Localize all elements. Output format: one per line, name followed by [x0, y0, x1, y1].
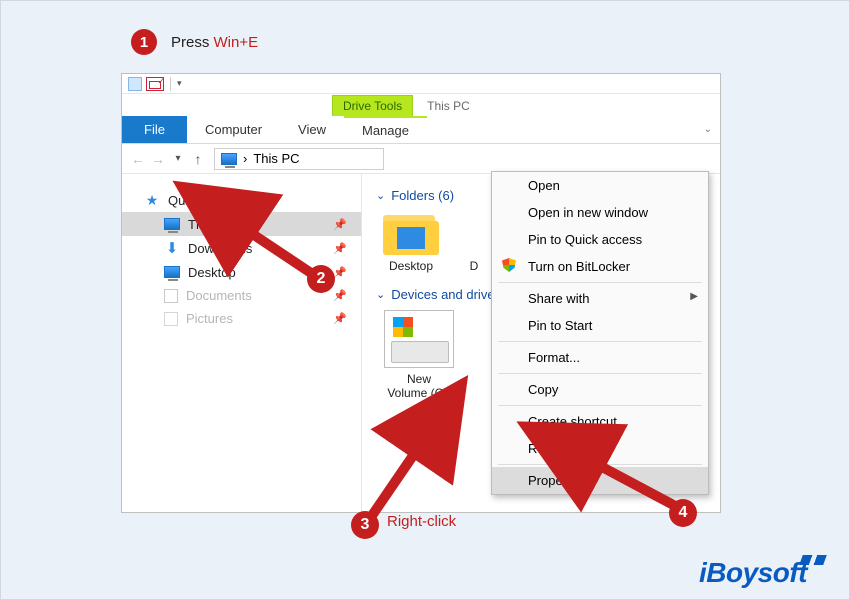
contextual-tab-drive-tools[interactable]: Drive Tools	[332, 95, 413, 116]
chevron-down-icon: ⌄	[376, 189, 385, 202]
menu-item-rename[interactable]: Rename	[492, 435, 708, 462]
tab-view[interactable]: View	[280, 116, 344, 143]
window-title: This PC	[413, 96, 484, 116]
section-title: Folders (6)	[391, 188, 454, 203]
sidebar-label: Documents	[186, 288, 252, 303]
sidebar-label: Downloads	[188, 241, 252, 256]
sidebar-item-downloads[interactable]: ⬇ Downloads 📌	[122, 236, 361, 260]
sidebar-item-quick-access[interactable]: ★ Quick access	[122, 188, 361, 212]
ribbon-expand-icon[interactable]: ⌄	[696, 116, 720, 143]
folder-icon	[383, 211, 439, 255]
address-bar[interactable]: › This PC	[214, 148, 384, 170]
pc-icon	[221, 153, 237, 165]
sidebar-item-pictures[interactable]: Pictures 📌	[122, 307, 361, 330]
menu-item-open[interactable]: Open	[492, 172, 708, 199]
drive-label: New	[376, 372, 462, 386]
menu-item-open-in-new-window[interactable]: Open in new window	[492, 199, 708, 226]
pin-icon: 📌	[333, 218, 347, 231]
folder-label: Desktop	[376, 259, 446, 273]
folder-label: D	[464, 259, 484, 273]
star-icon: ★	[144, 192, 160, 208]
monitor-icon	[164, 216, 180, 232]
menu-item-share-with[interactable]: Share with▶	[492, 285, 708, 312]
menu-item-copy[interactable]: Copy	[492, 376, 708, 403]
sidebar-label: This PC	[188, 217, 234, 232]
pictures-icon	[164, 312, 178, 326]
folder-truncated[interactable]: D	[464, 211, 484, 273]
menu-item-format-[interactable]: Format...	[492, 344, 708, 371]
drive-icon	[384, 310, 454, 368]
menu-item-properties[interactable]: Properties	[492, 467, 708, 494]
step1-text: Press Win+E	[171, 34, 258, 51]
context-menu: OpenOpen in new windowPin to Quick acces…	[491, 171, 709, 495]
address-bar-row: ← → ▾ ↑ › This PC	[122, 144, 720, 174]
breadcrumb[interactable]: This PC	[253, 151, 299, 166]
step-badge-4: 4	[669, 499, 697, 527]
brand-watermark: iBoysoft	[699, 557, 807, 589]
nav-up-icon[interactable]: ↑	[188, 151, 208, 167]
qat-select-icon[interactable]: ✓	[146, 77, 164, 91]
pin-icon: 📌	[333, 266, 347, 279]
tab-file[interactable]: File	[122, 116, 187, 143]
folder-desktop[interactable]: Desktop	[376, 211, 446, 273]
pin-icon: 📌	[333, 312, 347, 325]
tab-manage[interactable]: Manage	[344, 116, 427, 143]
titlebar: ✓ ▾	[122, 74, 720, 94]
sidebar-label: Pictures	[186, 311, 233, 326]
menu-item-pin-to-start[interactable]: Pin to Start	[492, 312, 708, 339]
menu-item-create-shortcut[interactable]: Create shortcut	[492, 408, 708, 435]
qat-icon[interactable]	[128, 77, 142, 91]
ribbon-tabs: File Computer View Manage ⌄	[122, 116, 720, 144]
step3-text: Right-click	[387, 513, 456, 530]
pin-icon: 📌	[333, 242, 347, 255]
drive-label: Volume (C:)	[376, 386, 462, 400]
nav-recent-icon[interactable]: ▾	[168, 153, 188, 164]
tab-computer[interactable]: Computer	[187, 116, 280, 143]
download-icon: ⬇	[164, 240, 180, 256]
chevron-down-icon: ⌄	[376, 288, 385, 301]
nav-forward-icon[interactable]: →	[148, 151, 168, 167]
drive-c[interactable]: New Volume (C:)	[376, 310, 462, 400]
menu-item-turn-on-bitlocker[interactable]: Turn on BitLocker	[492, 253, 708, 280]
qat-dropdown-icon[interactable]: ▾	[177, 78, 182, 89]
section-title: Devices and drives	[391, 287, 501, 302]
navigation-pane: ★ Quick access This PC 📌 ⬇ Downloads 📌 D…	[122, 174, 362, 512]
desktop-icon	[164, 264, 180, 280]
sidebar-item-this-pc[interactable]: This PC 📌	[122, 212, 361, 236]
step-badge-3: 3	[351, 511, 379, 539]
sidebar-label: Quick access	[168, 193, 245, 208]
sidebar-label: Desktop	[188, 265, 236, 280]
step-badge-1: 1	[131, 29, 157, 55]
nav-back-icon[interactable]: ←	[128, 151, 148, 167]
menu-item-pin-to-quick-access[interactable]: Pin to Quick access	[492, 226, 708, 253]
pin-icon: 📌	[333, 289, 347, 302]
breadcrumb-sep: ›	[243, 151, 247, 166]
shield-icon	[502, 258, 516, 272]
document-icon	[164, 289, 178, 303]
step-badge-2: 2	[307, 265, 335, 293]
